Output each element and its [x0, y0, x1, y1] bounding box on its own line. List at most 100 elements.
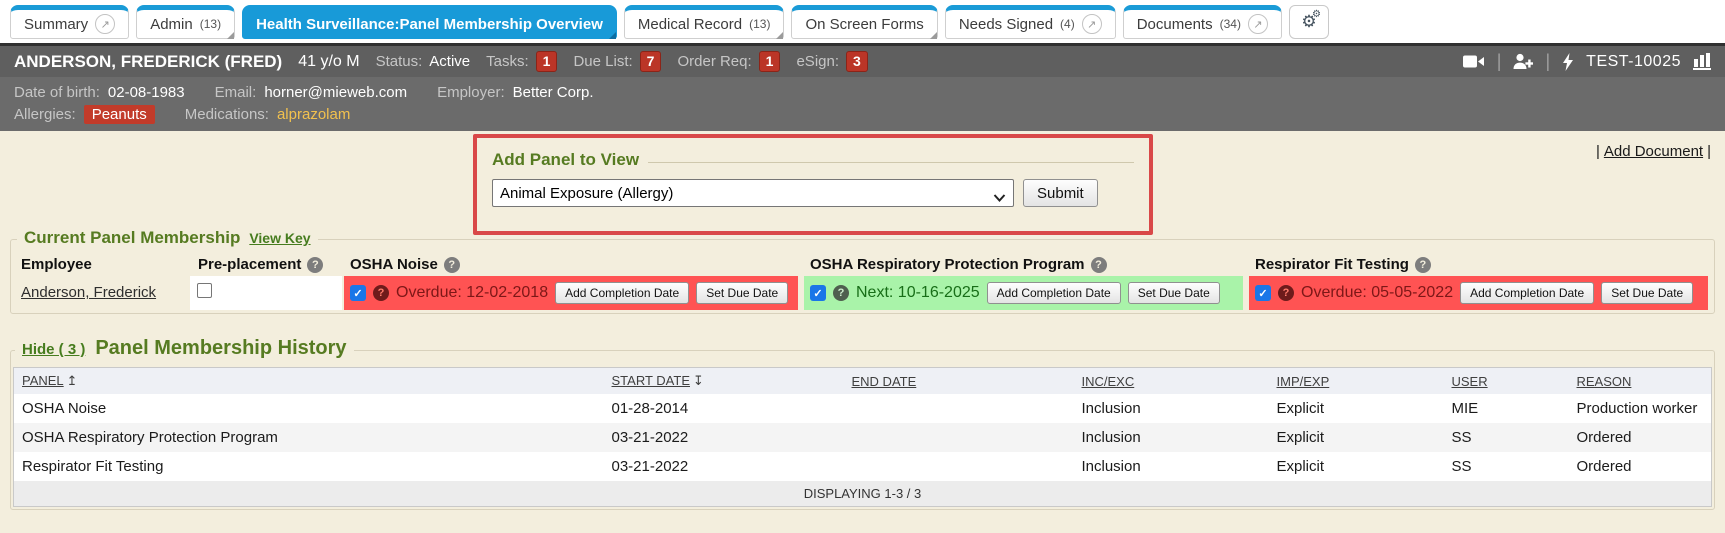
- external-link-icon[interactable]: ↗: [95, 14, 115, 34]
- next-status-label: Next: 10-16-2025: [856, 284, 980, 302]
- video-camera-icon[interactable]: [1463, 54, 1485, 69]
- start-date-column-header: START DATE↧: [604, 368, 844, 395]
- respirator-fit-status-cell: ✓ ? Overdue: 05-05-2022 Add Completion D…: [1247, 276, 1712, 310]
- set-due-date-button[interactable]: Set Due Date: [696, 282, 788, 304]
- preplacement-checkbox[interactable]: [197, 283, 212, 298]
- help-icon[interactable]: ?: [1415, 257, 1431, 273]
- osha-respiratory-column-header: OSHA Respiratory Protection Program ?: [802, 253, 1247, 276]
- panel-column-header: PANEL↥: [14, 368, 604, 395]
- user-cell: MIE: [1444, 394, 1569, 423]
- help-icon[interactable]: ?: [444, 257, 460, 273]
- add-person-icon[interactable]: [1513, 53, 1533, 70]
- tab-documents[interactable]: Documents (34) ↗: [1123, 5, 1282, 39]
- tab-label: Health Surveillance:Panel Membership Ove…: [256, 16, 603, 33]
- add-completion-date-button[interactable]: Add Completion Date: [1460, 282, 1594, 304]
- due-list-group: Due List: 7: [573, 51, 661, 72]
- help-icon[interactable]: ?: [1091, 257, 1107, 273]
- panel-header-link[interactable]: PANEL: [22, 373, 64, 388]
- status-help-icon[interactable]: ?: [373, 285, 389, 301]
- allergies-medications-row: Allergies: Peanuts Medications: alprazol…: [14, 105, 1711, 124]
- inc-exc-cell: Inclusion: [1074, 452, 1269, 481]
- sort-ascending-icon[interactable]: ↥: [67, 374, 78, 389]
- user-cell: SS: [1444, 452, 1569, 481]
- medication-value[interactable]: alprazolam: [277, 106, 350, 123]
- add-completion-date-button[interactable]: Add Completion Date: [555, 282, 689, 304]
- view-key-link[interactable]: View Key: [249, 230, 310, 246]
- employee-link[interactable]: Anderson, Frederick: [21, 284, 156, 301]
- submit-button[interactable]: Submit: [1023, 179, 1098, 207]
- allergy-badge[interactable]: Peanuts: [84, 105, 155, 124]
- employee-membership-row: Anderson, Frederick ✓ ? Overdue: 12-02-2…: [13, 276, 1712, 310]
- tab-summary[interactable]: Summary ↗: [10, 5, 129, 39]
- tasks-count-badge[interactable]: 1: [536, 51, 558, 72]
- due-list-count-badge[interactable]: 7: [640, 51, 662, 72]
- inc-exc-cell: Inclusion: [1074, 423, 1269, 452]
- lightning-icon[interactable]: [1562, 53, 1574, 71]
- preplacement-header-label: Pre-placement: [198, 256, 301, 273]
- tab-label: Admin: [150, 16, 193, 33]
- tab-fold-corner: [609, 32, 616, 39]
- tab-fold-corner: [227, 32, 234, 39]
- tab-count: (13): [200, 17, 221, 31]
- set-due-date-button[interactable]: Set Due Date: [1601, 282, 1693, 304]
- order-req-count-badge[interactable]: 1: [759, 51, 781, 72]
- external-arrow-glyph: ↗: [1087, 18, 1096, 31]
- email-label: Email:: [215, 84, 257, 101]
- osha-respiratory-status-cell: ✓ ? Next: 10-16-2025 Add Completion Date…: [802, 276, 1247, 310]
- hide-history-link[interactable]: Hide ( 3 ): [22, 341, 85, 358]
- pipe-left: |: [1596, 143, 1600, 160]
- external-link-icon[interactable]: ↗: [1248, 14, 1268, 34]
- history-row[interactable]: OSHA Respiratory Protection Program 03-2…: [14, 423, 1712, 452]
- osha-noise-status-cell: ✓ ? Overdue: 12-02-2018 Add Completion D…: [342, 276, 802, 310]
- inc-exc-header-link[interactable]: INC/EXC: [1082, 374, 1135, 389]
- settings-gears-button[interactable]: ⚙ ⚙: [1289, 5, 1329, 39]
- tab-admin[interactable]: Admin (13): [136, 5, 235, 39]
- dob-label: Date of birth:: [14, 84, 100, 101]
- history-title: Panel Membership History: [95, 337, 346, 360]
- icon-separator: |: [1497, 51, 1502, 72]
- tab-count: (4): [1060, 17, 1075, 31]
- flowsheet-chart-icon[interactable]: [1693, 53, 1711, 70]
- esign-count-badge[interactable]: 3: [846, 51, 868, 72]
- tab-needs-signed[interactable]: Needs Signed (4) ↗: [945, 5, 1116, 39]
- user-header-link[interactable]: USER: [1452, 374, 1488, 389]
- employee-cell: Anderson, Frederick: [13, 276, 190, 310]
- current-panel-table: Employee Pre-placement ? OSHA Noise ? OS…: [13, 253, 1712, 310]
- due-list-label: Due List:: [573, 53, 632, 70]
- member-checkbox[interactable]: ✓: [810, 285, 826, 301]
- status-help-icon[interactable]: ?: [833, 285, 849, 301]
- start-date-header-link[interactable]: START DATE: [612, 373, 691, 388]
- imp-exp-header-link[interactable]: IMP/EXP: [1277, 374, 1330, 389]
- tab-medical-record[interactable]: Medical Record (13): [624, 5, 785, 39]
- status-label: Status:: [376, 53, 423, 70]
- tab-count: (34): [1220, 17, 1241, 31]
- history-row[interactable]: OSHA Noise 01-28-2014 Inclusion Explicit…: [14, 394, 1712, 423]
- status-help-icon[interactable]: ?: [1278, 285, 1294, 301]
- end-date-column-header: END DATE: [844, 368, 1074, 395]
- member-checkbox[interactable]: ✓: [350, 285, 366, 301]
- fieldset-rule: [648, 162, 1134, 163]
- sort-descending-icon[interactable]: ↧: [693, 374, 704, 389]
- end-date-header-link[interactable]: END DATE: [852, 374, 917, 389]
- imp-exp-cell: Explicit: [1269, 452, 1444, 481]
- employer-label: Employer:: [437, 84, 505, 101]
- add-document-link[interactable]: Add Document: [1604, 143, 1703, 160]
- panel-select[interactable]: Animal Exposure (Allergy): [492, 179, 1014, 207]
- esign-group: eSign: 3: [796, 51, 867, 72]
- tab-label: Summary: [24, 16, 88, 33]
- status-value: Active: [429, 53, 470, 70]
- help-icon[interactable]: ?: [307, 257, 323, 273]
- history-row[interactable]: Respirator Fit Testing 03-21-2022 Inclus…: [14, 452, 1712, 481]
- tab-health-surveillance-panel-membership-overview[interactable]: Health Surveillance:Panel Membership Ove…: [242, 5, 617, 39]
- external-link-icon[interactable]: ↗: [1082, 14, 1102, 34]
- start-date-cell: 03-21-2022: [604, 423, 844, 452]
- add-completion-date-button[interactable]: Add Completion Date: [987, 282, 1121, 304]
- reason-header-link[interactable]: REASON: [1577, 374, 1632, 389]
- member-checkbox[interactable]: ✓: [1255, 285, 1271, 301]
- imp-exp-cell: Explicit: [1269, 394, 1444, 423]
- patient-age-sex: 41 y/o M: [298, 53, 359, 71]
- tab-on-screen-forms[interactable]: On Screen Forms: [791, 5, 937, 39]
- demographics-row: Date of birth: 02-08-1983 Email: horner@…: [14, 84, 1711, 101]
- set-due-date-button[interactable]: Set Due Date: [1128, 282, 1220, 304]
- app-window: Summary ↗ Admin (13) Health Surveillance…: [0, 0, 1725, 533]
